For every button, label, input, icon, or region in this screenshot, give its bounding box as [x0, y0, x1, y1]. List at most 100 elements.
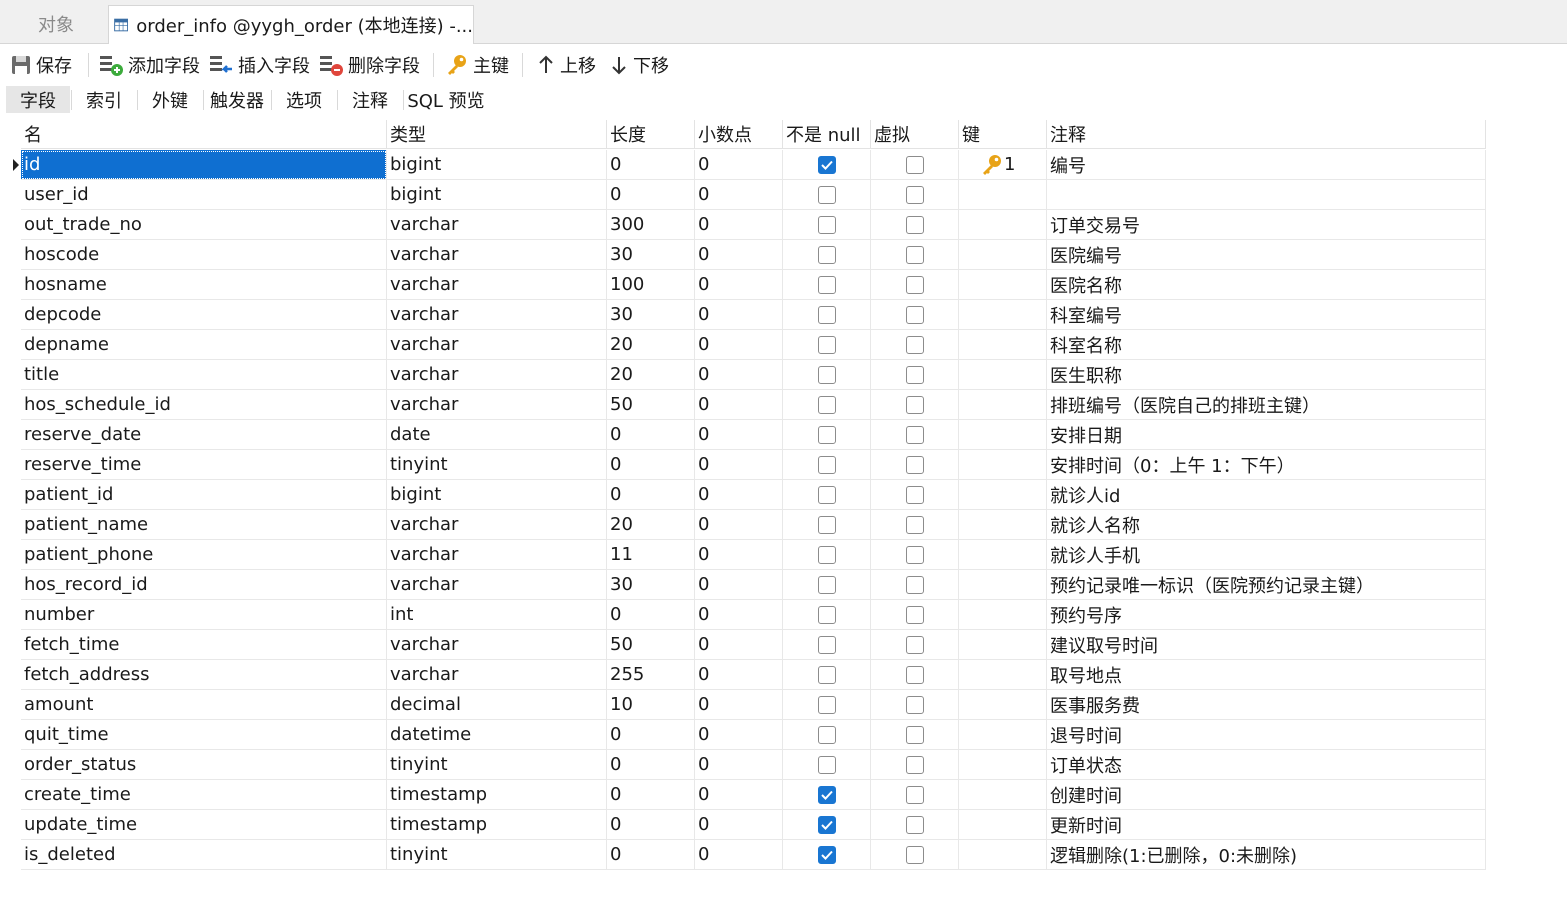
cell-virtual[interactable]: [871, 150, 959, 180]
cell-type[interactable]: bigint: [387, 480, 607, 510]
not-null-checkbox[interactable]: [817, 395, 836, 414]
not-null-checkbox[interactable]: [817, 575, 836, 594]
cell-key[interactable]: [959, 570, 1047, 600]
cell-type[interactable]: datetime: [387, 720, 607, 750]
cell-type[interactable]: timestamp: [387, 810, 607, 840]
cell-decimal[interactable]: 0: [695, 390, 783, 420]
cell-type[interactable]: varchar: [387, 510, 607, 540]
cell-not-null[interactable]: [783, 720, 871, 750]
not-null-checkbox[interactable]: [817, 305, 836, 324]
cell-comment[interactable]: 更新时间: [1047, 810, 1486, 840]
cell-decimal[interactable]: 0: [695, 660, 783, 690]
virtual-checkbox[interactable]: [905, 515, 924, 534]
cell-name[interactable]: update_time: [21, 810, 387, 840]
cell-not-null[interactable]: [783, 690, 871, 720]
cell-virtual[interactable]: [871, 180, 959, 210]
cell-name[interactable]: user_id: [21, 180, 387, 210]
cell-decimal[interactable]: 0: [695, 570, 783, 600]
cell-not-null[interactable]: [783, 330, 871, 360]
cell-name[interactable]: fetch_time: [21, 630, 387, 660]
cell-decimal[interactable]: 0: [695, 420, 783, 450]
cell-name[interactable]: is_deleted: [21, 840, 387, 870]
virtual-checkbox[interactable]: [905, 425, 924, 444]
cell-decimal[interactable]: 0: [695, 330, 783, 360]
cell-virtual[interactable]: [871, 540, 959, 570]
column-header-length[interactable]: 长度: [607, 120, 695, 149]
cell-not-null[interactable]: [783, 360, 871, 390]
cell-key[interactable]: [959, 840, 1047, 870]
cell-type[interactable]: int: [387, 600, 607, 630]
cell-type[interactable]: tinyint: [387, 750, 607, 780]
cell-decimal[interactable]: 0: [695, 630, 783, 660]
cell-name[interactable]: reserve_date: [21, 420, 387, 450]
cell-name[interactable]: reserve_time: [21, 450, 387, 480]
virtual-checkbox[interactable]: [905, 365, 924, 384]
virtual-checkbox[interactable]: [905, 215, 924, 234]
virtual-checkbox[interactable]: [905, 845, 924, 864]
cell-type[interactable]: varchar: [387, 300, 607, 330]
cell-virtual[interactable]: [871, 570, 959, 600]
cell-key[interactable]: [959, 420, 1047, 450]
virtual-checkbox[interactable]: [905, 605, 924, 624]
cell-virtual[interactable]: [871, 780, 959, 810]
virtual-checkbox[interactable]: [905, 635, 924, 654]
cell-key[interactable]: [959, 780, 1047, 810]
move-up-button[interactable]: 上移: [536, 50, 596, 80]
cell-comment[interactable]: 就诊人名称: [1047, 510, 1486, 540]
not-null-checkbox[interactable]: [817, 845, 836, 864]
cell-comment[interactable]: [1047, 180, 1486, 210]
tab-objects[interactable]: 对象: [6, 5, 106, 42]
cell-length[interactable]: 0: [607, 750, 695, 780]
cell-virtual[interactable]: [871, 600, 959, 630]
cell-not-null[interactable]: [783, 480, 871, 510]
cell-virtual[interactable]: [871, 720, 959, 750]
cell-not-null[interactable]: [783, 510, 871, 540]
cell-name[interactable]: number: [21, 600, 387, 630]
not-null-checkbox[interactable]: [817, 215, 836, 234]
cell-comment[interactable]: 订单交易号: [1047, 210, 1486, 240]
cell-virtual[interactable]: [871, 420, 959, 450]
cell-key[interactable]: [959, 690, 1047, 720]
not-null-checkbox[interactable]: [817, 605, 836, 624]
virtual-checkbox[interactable]: [905, 395, 924, 414]
cell-name[interactable]: patient_phone: [21, 540, 387, 570]
cell-type[interactable]: varchar: [387, 270, 607, 300]
cell-key[interactable]: [959, 390, 1047, 420]
cell-not-null[interactable]: [783, 750, 871, 780]
cell-length[interactable]: 20: [607, 330, 695, 360]
cell-name[interactable]: depcode: [21, 300, 387, 330]
not-null-checkbox[interactable]: [817, 545, 836, 564]
cell-type[interactable]: varchar: [387, 570, 607, 600]
virtual-checkbox[interactable]: [905, 275, 924, 294]
cell-decimal[interactable]: 0: [695, 780, 783, 810]
cell-virtual[interactable]: [871, 630, 959, 660]
tab-comment[interactable]: 注释: [338, 86, 402, 113]
cell-type[interactable]: varchar: [387, 360, 607, 390]
cell-not-null[interactable]: [783, 660, 871, 690]
cell-length[interactable]: 20: [607, 510, 695, 540]
cell-not-null[interactable]: [783, 600, 871, 630]
cell-key[interactable]: [959, 600, 1047, 630]
cell-length[interactable]: 0: [607, 780, 695, 810]
cell-comment[interactable]: 医事服务费: [1047, 690, 1486, 720]
cell-length[interactable]: 300: [607, 210, 695, 240]
not-null-checkbox[interactable]: [817, 485, 836, 504]
cell-length[interactable]: 0: [607, 450, 695, 480]
cell-comment[interactable]: 编号: [1047, 150, 1486, 180]
virtual-checkbox[interactable]: [905, 155, 924, 174]
cell-type[interactable]: varchar: [387, 330, 607, 360]
cell-type[interactable]: varchar: [387, 630, 607, 660]
tab-indexes[interactable]: 索引: [72, 86, 136, 113]
not-null-checkbox[interactable]: [817, 725, 836, 744]
not-null-checkbox[interactable]: [817, 155, 836, 174]
cell-length[interactable]: 11: [607, 540, 695, 570]
virtual-checkbox[interactable]: [905, 725, 924, 744]
add-field-button[interactable]: 添加字段: [98, 50, 200, 80]
cell-length[interactable]: 0: [607, 810, 695, 840]
cell-key[interactable]: [959, 330, 1047, 360]
cell-length[interactable]: 30: [607, 570, 695, 600]
cell-not-null[interactable]: [783, 630, 871, 660]
cell-name[interactable]: quit_time: [21, 720, 387, 750]
cell-decimal[interactable]: 0: [695, 750, 783, 780]
column-header-decimal[interactable]: 小数点: [695, 120, 783, 149]
